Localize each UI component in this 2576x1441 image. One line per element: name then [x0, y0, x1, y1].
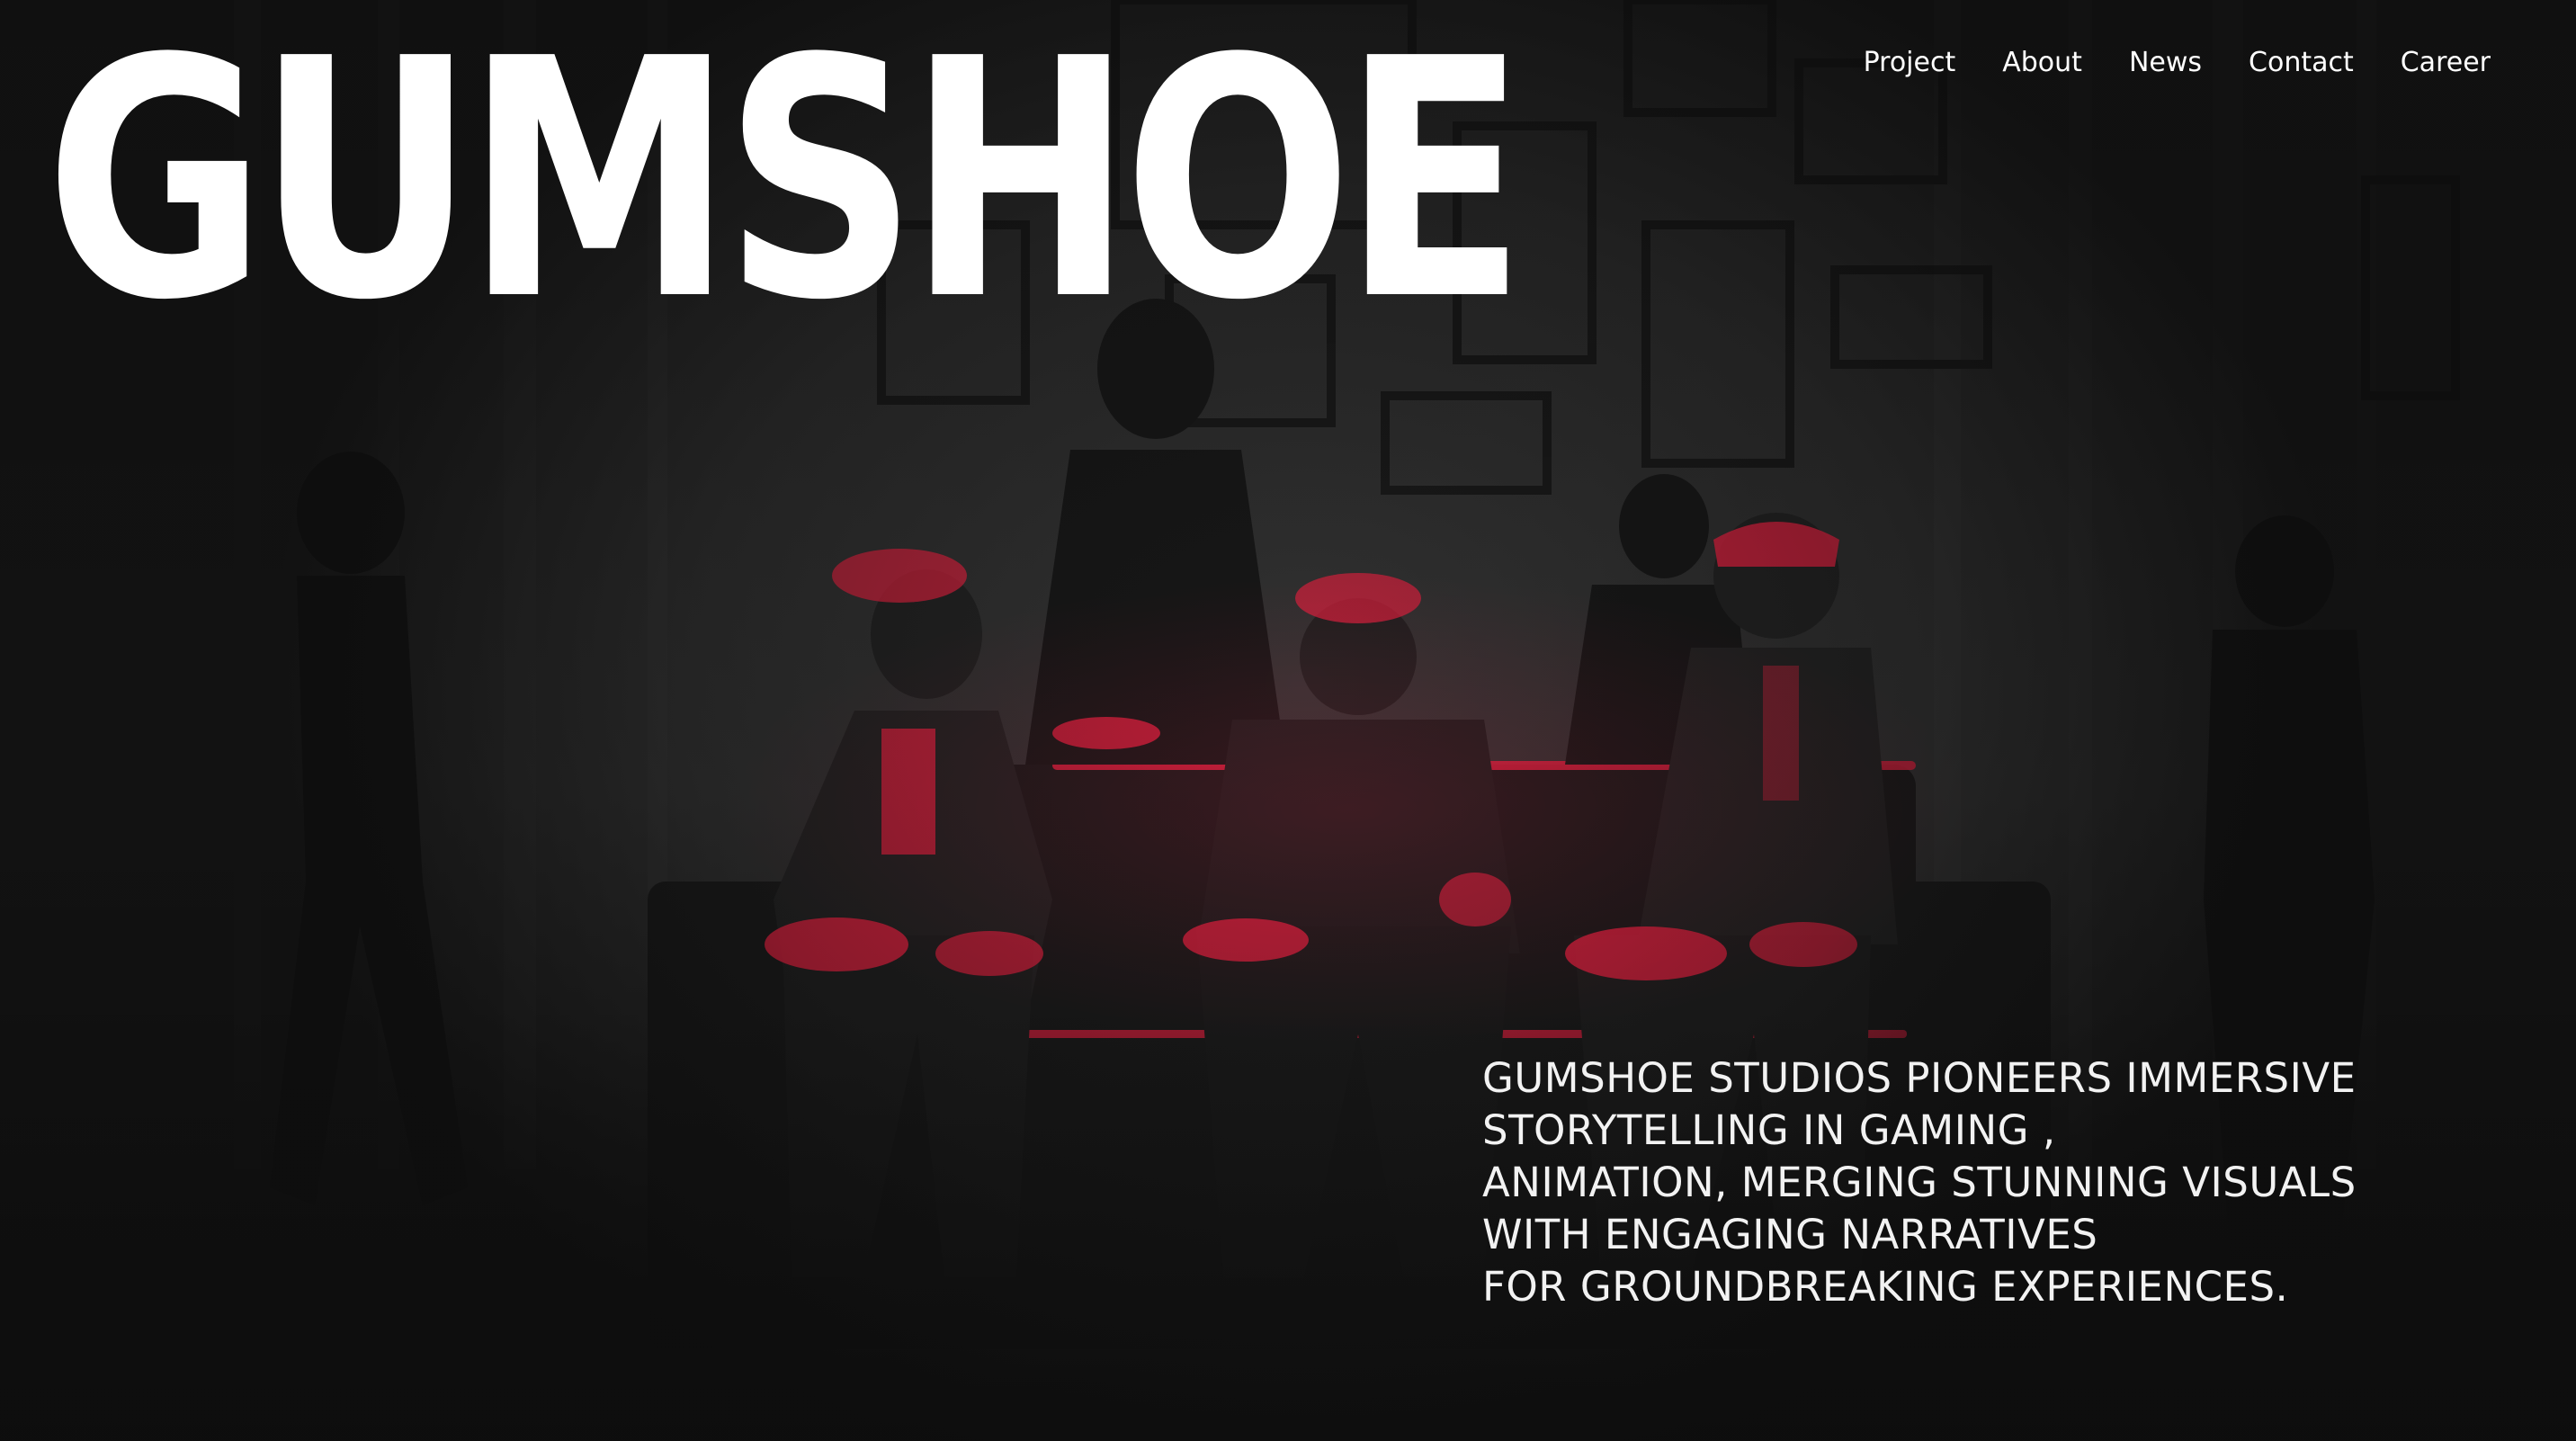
nav-career-link[interactable]: Career — [2401, 43, 2491, 83]
brand-logo[interactable]: GUMSHOE — [45, 16, 1526, 345]
hero-tagline: GUMSHOE STUDIOS PIONEERS IMMERSIVE STORY… — [1482, 1054, 2357, 1311]
main-nav: Project About News Contact Career — [1864, 43, 2491, 83]
nav-news-link[interactable]: News — [2129, 43, 2202, 83]
nav-project-link[interactable]: Project — [1864, 43, 1956, 83]
nav-about-link[interactable]: About — [2002, 43, 2082, 83]
nav-contact-link[interactable]: Contact — [2249, 43, 2354, 83]
